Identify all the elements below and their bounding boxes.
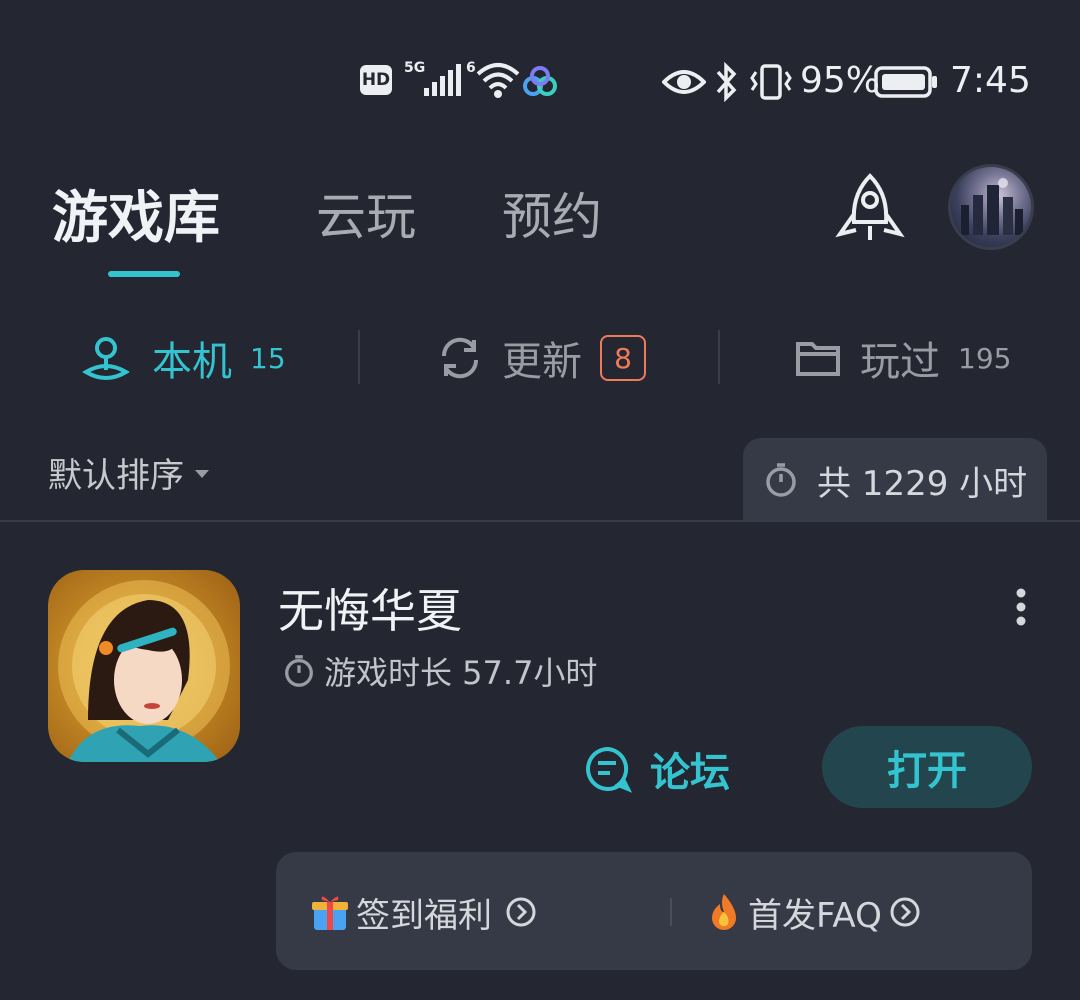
promo-label: 首发FAQ [748, 895, 882, 936]
subtab-update[interactable]: 更新 8 [436, 320, 646, 396]
tab-game-library[interactable]: 游戏库 [52, 178, 220, 251]
hd-icon: HD [360, 65, 392, 95]
battery-icon [874, 60, 940, 104]
sort-label: 默认排序 [48, 456, 184, 496]
tab-cloud-play[interactable]: 云玩 [316, 178, 416, 248]
status-bar: HD 5G 6 95% 7:45 [0, 0, 1080, 160]
subtab-label: 更新 [502, 339, 582, 385]
timer-icon [285, 655, 313, 687]
chevron-right-circle-icon [890, 897, 920, 927]
bluetooth-icon [712, 60, 740, 104]
game-title[interactable]: 无悔华夏 [278, 575, 462, 641]
more-options-button[interactable] [1006, 585, 1036, 629]
timer-icon [766, 463, 796, 497]
promo-signin-rewards[interactable]: 签到福利 [310, 888, 538, 936]
chevron-right-circle-icon [506, 897, 536, 927]
subtab-count: 195 [958, 341, 1012, 375]
total-playtime: 共 1229 小时 [743, 438, 1047, 522]
more-vertical-icon [1016, 588, 1026, 626]
divider [0, 520, 1080, 522]
gift-icon [312, 896, 348, 930]
subtab-local[interactable]: 本机 15 [78, 320, 286, 396]
folder-icon [796, 342, 840, 376]
promo-label: 签到福利 [356, 895, 492, 936]
total-time-label: 共 1229 小时 [817, 463, 1028, 504]
promo-faq[interactable]: 首发FAQ [706, 888, 922, 936]
forum-label: 论坛 [650, 750, 730, 796]
divider [718, 330, 720, 384]
subtab-label: 本机 [152, 339, 232, 385]
caret-down-icon [195, 469, 209, 478]
rocket-icon [835, 173, 905, 240]
chat-icon [586, 746, 632, 793]
divider [358, 330, 360, 384]
open-game-button[interactable]: 打开 [822, 726, 1032, 808]
app-notification-icon [520, 62, 560, 106]
sort-dropdown[interactable]: 默认排序 [48, 448, 214, 497]
playtime-label: 游戏时长 57.7小时 [324, 654, 598, 692]
game-playtime: 游戏时长 57.7小时 [282, 648, 597, 694]
rocket-button[interactable] [830, 170, 910, 250]
forum-button[interactable]: 论坛 [584, 738, 730, 800]
battery-percent: 95% [800, 59, 881, 101]
eye-comfort-icon [662, 60, 706, 104]
vibrate-icon [748, 60, 794, 104]
refresh-icon [441, 337, 479, 379]
tab-reservation[interactable]: 预约 [502, 178, 602, 248]
game-icon[interactable] [48, 570, 240, 762]
clock: 7:45 [950, 59, 1031, 101]
divider [670, 898, 672, 926]
local-device-icon [82, 337, 130, 380]
fire-icon [712, 894, 736, 930]
subtab-label: 玩过 [860, 339, 940, 385]
subtab-played[interactable]: 玩过 195 [794, 320, 1011, 396]
wifi-icon: 6 [466, 58, 522, 102]
update-count-badge: 8 [600, 335, 646, 381]
avatar[interactable] [948, 164, 1034, 250]
active-tab-indicator [108, 271, 180, 277]
subtab-count: 15 [250, 341, 286, 375]
